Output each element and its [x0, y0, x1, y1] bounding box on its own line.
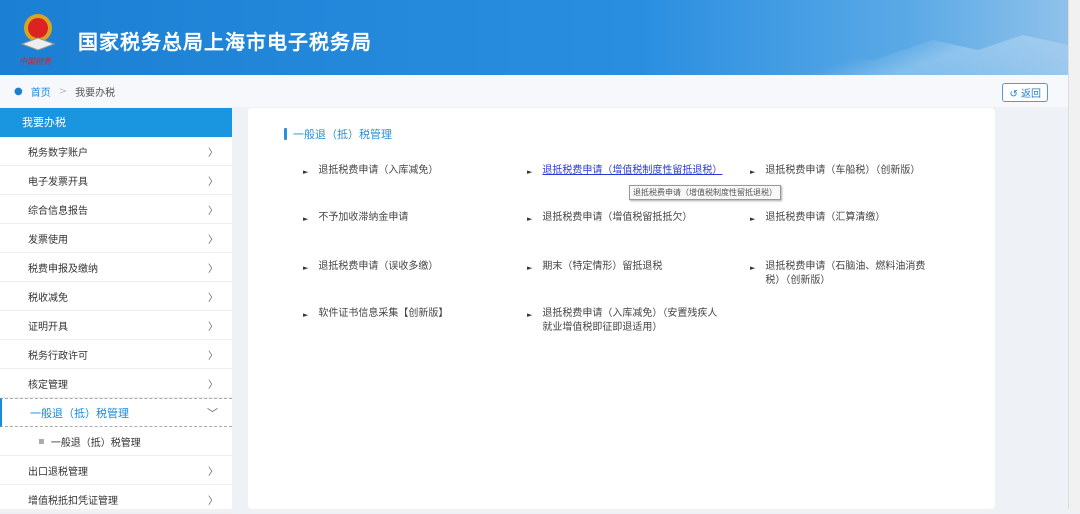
- breadcrumb-current: 我要办税: [75, 87, 116, 99]
- section-title-text: 一般退（抵）税管理: [293, 128, 392, 141]
- service-link-label: 期末（特定情形）留抵退税: [542, 261, 663, 272]
- service-link[interactable]: ► 退抵税费申请（增值税留抵抵欠）: [527, 211, 727, 226]
- section-title: 一般退（抵）税管理: [284, 126, 392, 142]
- service-link-label: 退抵税费申请（车船税）（创新版）: [765, 165, 921, 176]
- service-link-label: 退抵税费申请（增值税制度性留抵退税）: [542, 165, 723, 176]
- sidebar-item-label: 电子发票开具: [28, 176, 88, 188]
- sidebar-item[interactable]: 税务数字账户 〉: [0, 137, 232, 166]
- breadcrumb-home[interactable]: 首页: [31, 84, 51, 99]
- service-link-label: 退抵税费申请（入库减免）: [318, 165, 439, 176]
- service-link-label: 退抵税费申请（入库减免）（安置残疾人就业增值税即征即退适用）: [542, 308, 718, 333]
- content-panel: 一般退（抵）税管理 ► 退抵税费申请（入库减免） ► 退抵税费申请（增值税制度性留抵退…: [248, 108, 995, 509]
- location-pin-icon: ●: [14, 85, 23, 97]
- arrow-bullet-icon: ►: [527, 311, 533, 319]
- section-marker: [284, 128, 287, 140]
- back-button[interactable]: ↺ 返回: [1002, 83, 1048, 102]
- sidebar-item-active[interactable]: 一般退（抵）税管理 ﹀: [0, 398, 232, 427]
- chevron-right-icon: 〉: [208, 466, 218, 478]
- service-link[interactable]: ► 退抵税费申请（入库减免）（安置残疾人就业增值税即征即退适用）: [527, 307, 727, 335]
- chevron-right-icon: 〉: [208, 176, 218, 188]
- chevron-right-icon: 〉: [208, 495, 218, 507]
- bullet-icon: ▪: [38, 435, 45, 447]
- arrow-bullet-icon: ►: [527, 168, 533, 176]
- service-link-label: 退抵税费申请（汇算清缴）: [765, 212, 886, 223]
- sidebar-item-label: 证明开具: [28, 321, 68, 333]
- chevron-right-icon: 〉: [208, 263, 218, 275]
- chevron-right-icon: 〉: [208, 147, 218, 159]
- chevron-down-icon: ﹀: [207, 406, 218, 420]
- service-link[interactable]: ► 退抵税费申请（汇算清缴）: [750, 211, 940, 226]
- chevron-right-icon: 〉: [208, 321, 218, 333]
- sidebar-item[interactable]: 税收减免 〉: [0, 282, 232, 311]
- service-link-label: 不予加收滞纳金申请: [318, 212, 409, 223]
- service-link-label: 软件证书信息采集【创新版】: [318, 308, 449, 319]
- sidebar-item[interactable]: 核定管理 〉: [0, 369, 232, 398]
- sidebar-item[interactable]: 增值税抵扣凭证管理 〉: [0, 485, 232, 514]
- sidebar-title: 我要办税: [0, 108, 232, 137]
- sidebar-item-label: 一般退（抵）税管理: [30, 406, 129, 420]
- arrow-bullet-icon: ►: [527, 264, 533, 272]
- sidebar-item-label: 税务数字账户: [28, 147, 88, 159]
- sidebar-subitem[interactable]: ▪ 一般退（抵）税管理: [0, 427, 232, 456]
- breadcrumb-separator: >: [58, 85, 68, 97]
- arrow-bullet-icon: ►: [527, 215, 533, 223]
- chevron-right-icon: 〉: [208, 379, 218, 391]
- sidebar-item[interactable]: 电子发票开具 〉: [0, 166, 232, 195]
- sidebar-item-label: 税收减免: [28, 292, 68, 304]
- arrow-bullet-icon: ►: [303, 311, 309, 319]
- sidebar: 我要办税 税务数字账户〉电子发票开具〉综合信息报告〉发票使用〉税费申报及缴纳〉税…: [0, 108, 232, 514]
- sidebar-item-label: 出口退税管理: [28, 466, 88, 478]
- sidebar-subitem-label: 一般退（抵）税管理: [50, 437, 141, 449]
- sidebar-item[interactable]: 证明开具 〉: [0, 311, 232, 340]
- seal-text: 中国税务: [19, 57, 51, 66]
- sidebar-item-label: 发票使用: [28, 234, 68, 246]
- service-link[interactable]: ► 不予加收滞纳金申请: [303, 211, 503, 226]
- chevron-right-icon: 〉: [208, 292, 218, 304]
- service-link-label: 退抵税费申请（石脑油、燃料油消费税）（创新版）: [765, 261, 926, 286]
- service-link[interactable]: ► 退抵税费申请（车船税）（创新版）: [750, 164, 940, 179]
- sidebar-item-label: 综合信息报告: [28, 205, 88, 217]
- service-link-label: 退抵税费申请（增值税留抵抵欠）: [542, 212, 693, 223]
- breadcrumb: ● 首页 > 我要办税 ↺ 返回: [0, 75, 1068, 107]
- tax-emblem-icon: [20, 14, 56, 51]
- arrow-bullet-icon: ►: [303, 264, 309, 272]
- service-link[interactable]: ► 软件证书信息采集【创新版】: [303, 307, 503, 322]
- sidebar-item-label: 税务行政许可: [28, 350, 88, 362]
- site-header: 中国税务 国家税务总局上海市电子税务局: [0, 0, 1068, 75]
- arrow-bullet-icon: ►: [303, 168, 309, 176]
- service-link[interactable]: ► 期末（特定情形）留抵退税: [527, 260, 727, 275]
- service-link[interactable]: ► 退抵税费申请（入库减免）: [303, 164, 503, 179]
- return-icon: ↺: [1009, 89, 1021, 100]
- service-link-label: 退抵税费申请（误收多缴）: [318, 261, 439, 272]
- chevron-right-icon: 〉: [208, 234, 218, 246]
- sidebar-item[interactable]: 综合信息报告 〉: [0, 195, 232, 224]
- sidebar-item[interactable]: 税务行政许可 〉: [0, 340, 232, 369]
- arrow-bullet-icon: ►: [750, 264, 756, 272]
- arrow-bullet-icon: ►: [750, 215, 756, 223]
- sidebar-item-label: 增值税抵扣凭证管理: [28, 495, 118, 507]
- sidebar-item-label: 核定管理: [28, 379, 68, 391]
- great-wall-graphic: [768, 35, 1068, 75]
- sidebar-item[interactable]: 发票使用 〉: [0, 224, 232, 253]
- scrollbar[interactable]: [1068, 0, 1080, 509]
- arrow-bullet-icon: ►: [750, 168, 756, 176]
- service-link[interactable]: ► 退抵税费申请（石脑油、燃料油消费税）（创新版）: [750, 260, 940, 288]
- back-label: 返回: [1021, 89, 1041, 100]
- chevron-right-icon: 〉: [208, 350, 218, 362]
- chevron-right-icon: 〉: [208, 205, 218, 217]
- sidebar-item-label: 税费申报及缴纳: [28, 263, 98, 275]
- service-link[interactable]: ► 退抵税费申请（增值税制度性留抵退税）: [527, 164, 727, 179]
- sidebar-item[interactable]: 税费申报及缴纳 〉: [0, 253, 232, 282]
- sidebar-item[interactable]: 出口退税管理 〉: [0, 456, 232, 485]
- site-title: 国家税务总局上海市电子税务局: [78, 30, 372, 54]
- service-link[interactable]: ► 退抵税费申请（误收多缴）: [303, 260, 503, 275]
- tooltip: 退抵税费申请（增值税制度性留抵退税）: [629, 185, 781, 200]
- arrow-bullet-icon: ►: [303, 215, 309, 223]
